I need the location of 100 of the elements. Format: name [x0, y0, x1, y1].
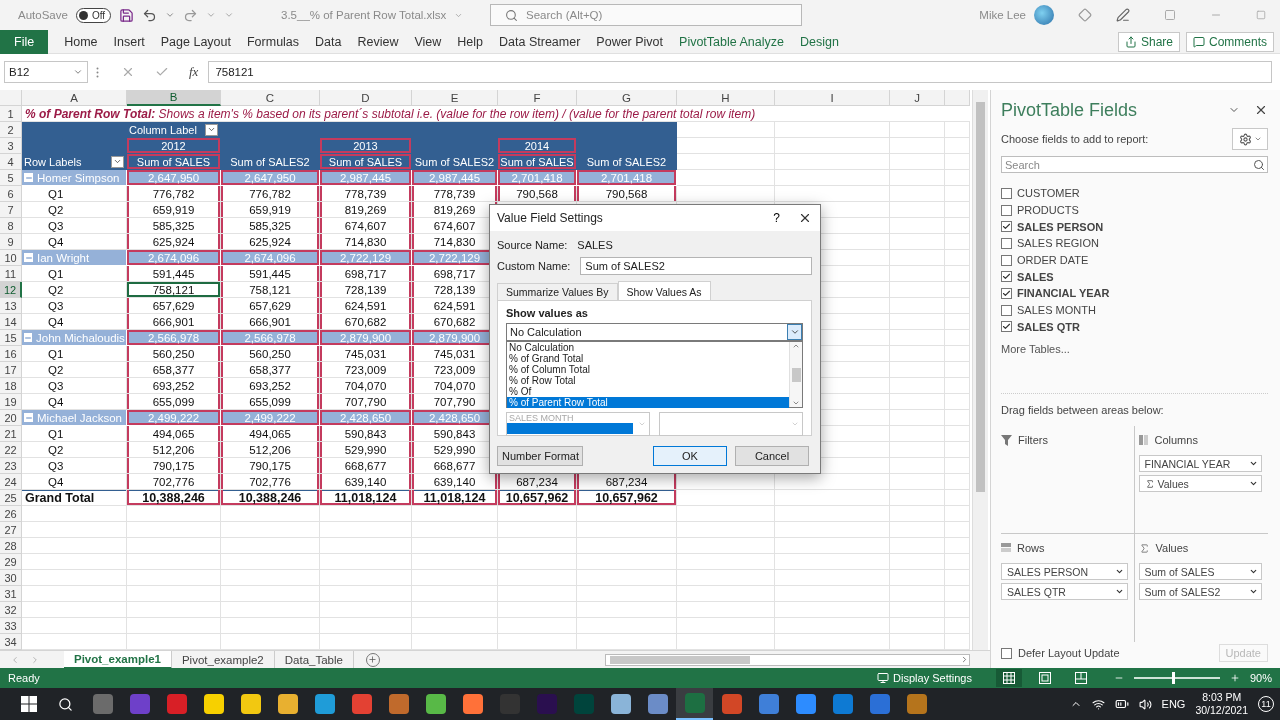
enter-icon[interactable]	[155, 65, 169, 79]
volume-icon[interactable]	[1138, 697, 1152, 711]
ribbon-tab[interactable]: View	[406, 29, 450, 54]
row-number[interactable]: 21	[0, 426, 22, 442]
ribbon-tab[interactable]: Page Layout	[152, 29, 239, 54]
collapse-icon[interactable]	[24, 173, 33, 182]
row-number[interactable]: 33	[0, 618, 22, 634]
row-number[interactable]: 10	[0, 250, 22, 266]
insert-function-button[interactable]: fx	[187, 64, 201, 80]
row-number[interactable]: 31	[0, 586, 22, 602]
previous-sheet-icon[interactable]	[10, 654, 20, 665]
checkbox[interactable]	[1001, 254, 1012, 266]
customize-icon[interactable]	[224, 10, 235, 20]
dropdown-arrow-button[interactable]	[787, 324, 802, 340]
avatar-icon[interactable]	[1034, 5, 1054, 25]
ribbon-tab[interactable]: PivotTable Analyze	[671, 29, 792, 54]
list-option[interactable]: % of Column Total	[507, 364, 789, 375]
collapse-icon[interactable]	[24, 253, 33, 262]
caret-icon[interactable]	[165, 10, 176, 20]
zoom-slider[interactable]	[1133, 672, 1220, 684]
ribbon-tab[interactable]: Data	[307, 29, 350, 54]
row-number[interactable]: 9	[0, 234, 22, 250]
dialog-tab[interactable]: Show Values As	[617, 281, 711, 301]
cancel-button[interactable]: Cancel	[735, 446, 809, 466]
row-number[interactable]: 15	[0, 330, 22, 346]
display-settings-link[interactable]: Display Settings	[893, 672, 972, 684]
search-field[interactable]: Search (Alt+Q)	[490, 4, 802, 26]
checkbox[interactable]	[1001, 221, 1012, 233]
settings-button[interactable]	[1232, 128, 1268, 150]
language-indicator[interactable]: ENG	[1161, 698, 1186, 710]
taskbar-app-button[interactable]	[676, 688, 713, 720]
search-field[interactable]: Search	[1001, 156, 1268, 173]
next-sheet-icon[interactable]	[30, 654, 40, 665]
checkbox[interactable]	[1001, 237, 1012, 249]
list-option[interactable]: No Calculation	[507, 342, 789, 353]
field-chip[interactable]: Sum of SALES2	[1138, 583, 1262, 601]
column-header[interactable]: B	[127, 90, 221, 106]
column-header[interactable]: A	[22, 90, 127, 106]
ribbon-tab[interactable]: Data Streamer	[491, 29, 589, 54]
ok-button[interactable]: OK	[653, 446, 727, 466]
column-header[interactable]	[945, 90, 970, 106]
column-header[interactable]: D	[320, 90, 412, 106]
autosave-toggle[interactable]: Off	[75, 7, 112, 23]
row-number[interactable]: 1	[0, 106, 22, 122]
column-header[interactable]: C	[221, 90, 320, 106]
more-icon[interactable]	[96, 66, 99, 78]
selected-item-bar[interactable]	[507, 423, 633, 434]
checkbox[interactable]	[1001, 287, 1012, 299]
name-box[interactable]: B12	[4, 61, 88, 83]
pen-icon[interactable]	[1116, 8, 1130, 22]
row-number[interactable]: 2	[0, 122, 22, 138]
close-icon[interactable]	[1254, 103, 1268, 117]
row-number[interactable]: 22	[0, 442, 22, 458]
collapse-icon[interactable]	[24, 413, 33, 422]
field-chip[interactable]: Sum of SALES	[1138, 563, 1262, 581]
cancel-icon[interactable]	[121, 65, 135, 79]
filter-dropdown-button[interactable]	[205, 123, 218, 136]
zoom-thumb[interactable]	[1171, 672, 1175, 684]
windows-logo-icon[interactable]	[20, 696, 37, 712]
row-number[interactable]: 20	[0, 410, 22, 426]
list-option[interactable]: % Of	[507, 386, 789, 397]
column-header[interactable]: E	[412, 90, 498, 106]
row-number[interactable]: 24	[0, 474, 22, 490]
column-header[interactable]: I	[775, 90, 890, 106]
filter-dropdown-button[interactable]	[111, 155, 124, 168]
row-number[interactable]: 16	[0, 346, 22, 362]
help-button[interactable]: ?	[769, 211, 784, 225]
row-number[interactable]: 3	[0, 138, 22, 154]
row-number[interactable]: 30	[0, 570, 22, 586]
row-number[interactable]: 25	[0, 490, 22, 506]
row-number[interactable]: 23	[0, 458, 22, 474]
row-number[interactable]: 4	[0, 154, 22, 170]
list-option[interactable]: % of Row Total	[507, 375, 789, 386]
dialog-tab[interactable]: Summarize Values By	[497, 283, 618, 301]
checkbox[interactable]	[1001, 271, 1012, 283]
ribbon-tab[interactable]: Power Pivot	[588, 29, 672, 54]
formula-field[interactable]: 758121	[208, 61, 1272, 83]
ribbon-tab[interactable]: Review	[349, 29, 407, 54]
field-chip[interactable]: SALES QTR	[1001, 583, 1128, 601]
share-button[interactable]: Share	[1117, 31, 1180, 52]
list-option[interactable]: % of Parent Row Total	[507, 397, 789, 408]
row-number[interactable]: 26	[0, 506, 22, 522]
ribbon-tab[interactable]: Home	[56, 29, 106, 54]
row-number[interactable]: 14	[0, 314, 22, 330]
checkbox[interactable]	[1001, 187, 1012, 199]
row-number[interactable]: 28	[0, 538, 22, 554]
row-number[interactable]: 8	[0, 218, 22, 234]
checkbox[interactable]	[1001, 647, 1012, 659]
clock[interactable]: 8:03 PM 30/12/2021	[1195, 691, 1248, 717]
custom-name-field[interactable]: Sum of SALES2	[580, 257, 812, 275]
ribbon-display-icon[interactable]	[1164, 9, 1176, 21]
field-chip[interactable]: FINANCIAL YEAR	[1138, 455, 1262, 473]
redo-icon[interactable]	[183, 7, 199, 23]
field-chip[interactable]: Values	[1138, 475, 1262, 493]
checkbox[interactable]	[1001, 304, 1012, 316]
caret-icon[interactable]	[206, 10, 217, 20]
row-number[interactable]: 34	[0, 634, 22, 650]
scroll-thumb[interactable]	[791, 367, 801, 382]
row-number[interactable]: 18	[0, 378, 22, 394]
select-all-button[interactable]	[0, 90, 22, 106]
